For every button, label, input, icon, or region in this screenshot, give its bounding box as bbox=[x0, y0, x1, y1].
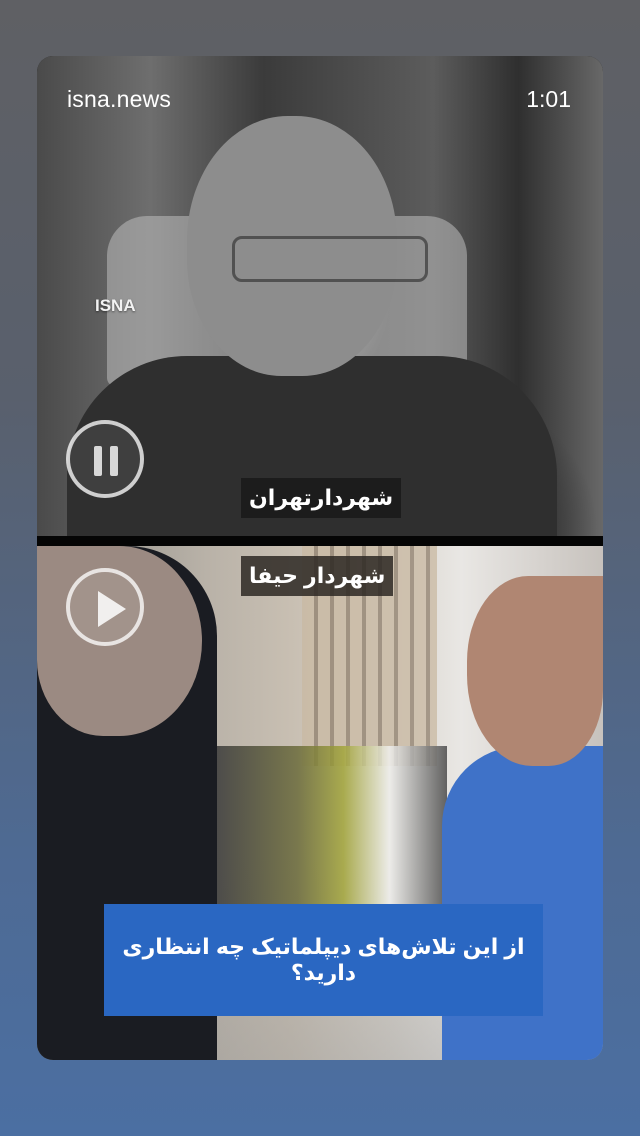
play-button[interactable] bbox=[66, 568, 144, 646]
pause-button[interactable] bbox=[66, 420, 144, 498]
caption-tehran-mayor: شهردارتهران bbox=[241, 478, 402, 518]
isna-watermark: ISNA bbox=[95, 296, 136, 315]
crowd-background bbox=[217, 746, 447, 906]
speaker-glasses bbox=[232, 236, 428, 282]
video-panel-top[interactable]: isna.news 1:01 ISNA شهردارتهران bbox=[37, 56, 603, 556]
caption-haifa-mayor: شهردار حیفا bbox=[241, 556, 394, 596]
panel-divider bbox=[37, 536, 603, 546]
interviewee-head bbox=[467, 576, 603, 766]
subtitle-text: از این تلاش‌های دیپلماتیک چه انتظاری دار… bbox=[122, 934, 525, 985]
subtitle-box: از این تلاش‌های دیپلماتیک چه انتظاری دار… bbox=[104, 904, 543, 1016]
story-card[interactable]: isna.news 1:01 ISNA شهردارتهران شهردار ح… bbox=[37, 56, 603, 1060]
source-label: isna.news bbox=[67, 86, 172, 112]
play-icon bbox=[98, 591, 126, 627]
time-label: 1:01 bbox=[526, 86, 571, 112]
